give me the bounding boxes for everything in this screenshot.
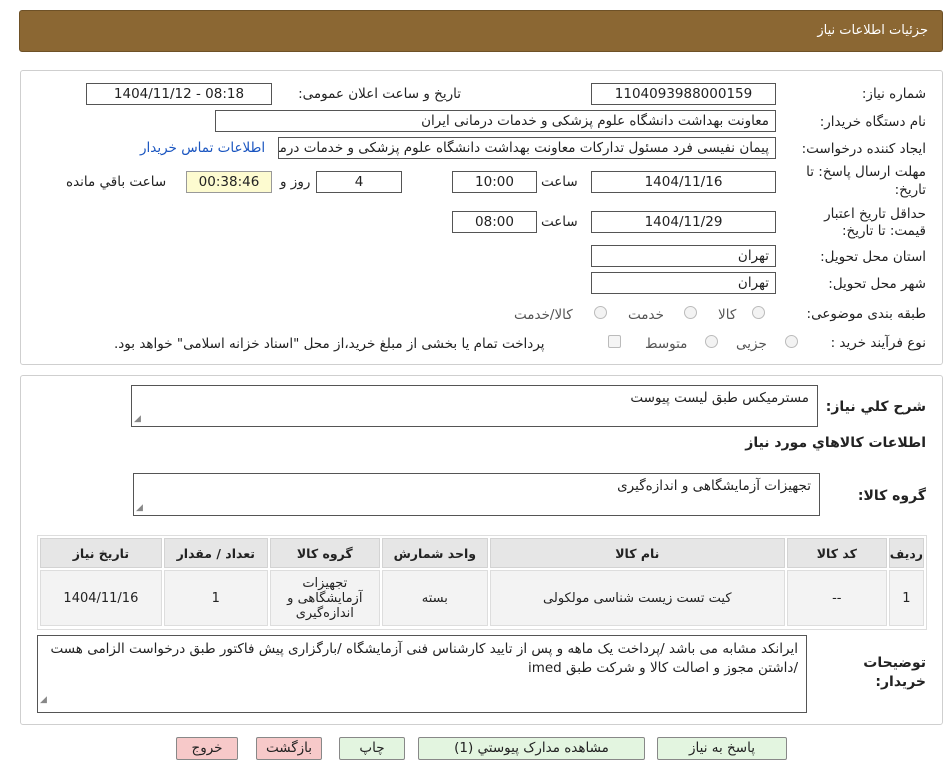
col-header-group: گروه کالا <box>269 538 380 568</box>
resize-grip-icon[interactable]: ◢ <box>136 503 143 513</box>
goods-section-heading: اطلاعات کالاهاي مورد نياز <box>745 435 926 451</box>
process-option-minor: جزیی <box>736 336 767 352</box>
need-number-field: 1104093988000159 <box>591 83 776 105</box>
goods-group-field: تجهیزات آزمایشگاهی و اندازه‌گیری ◢ <box>133 473 820 516</box>
col-header-quantity: تعداد / مقدار <box>163 538 268 568</box>
requester-field: پیمان نفیسی فرد مسئول تدارکات معاونت بهد… <box>278 137 776 159</box>
process-radio-minor[interactable] <box>785 335 798 348</box>
buyer-org-label: نام دستگاه خریدار: <box>819 114 926 130</box>
category-label: طبقه بندی موضوعی: <box>806 306 926 322</box>
treasury-payment-note: پرداخت تمام یا بخشی از مبلغ خرید،از محل … <box>114 336 545 352</box>
table-header-row: رديف کد کالا نام کالا واحد شمارش گروه کا… <box>40 538 924 568</box>
notes-label-2: خریدار: <box>875 674 926 690</box>
goods-group-text: تجهیزات آزمایشگاهی و اندازه‌گیری <box>617 478 811 494</box>
cell-group: تجهیزات آزمایشگاهی و اندازه‌گیری <box>269 570 380 626</box>
page-title: جزئیات اطلاعات نیاز <box>817 23 928 38</box>
days-label: روز و <box>280 174 311 190</box>
announce-label: تاریخ و ساعت اعلان عمومی: <box>298 86 461 102</box>
process-radio-medium[interactable] <box>705 335 718 348</box>
summary-field: مسترمیکس طبق لیست پیوست ◢ <box>131 385 818 427</box>
goods-group-label: گروه کالا: <box>857 488 926 504</box>
cell-unit: بسته <box>381 570 488 626</box>
col-header-code: کد کالا <box>786 538 887 568</box>
category-option-service: خدمت <box>628 307 664 323</box>
announce-date-field: 1404/11/12 - 08:18 <box>86 83 272 105</box>
category-radio-service[interactable] <box>684 306 697 319</box>
deadline-label: مهلت ارسال پاسخ: تا <box>806 164 926 180</box>
deadline-date-field: 1404/11/16 <box>591 171 776 193</box>
requester-label: ایجاد کننده درخواست: <box>801 141 926 157</box>
col-header-need-date: تاریخ نیاز <box>40 538 162 568</box>
buyer-org-field: معاونت بهداشت دانشگاه علوم پزشکی و خدمات… <box>215 110 776 132</box>
cell-name: کیت تست زیست شناسی مولکولی <box>489 570 785 626</box>
reply-to-need-button[interactable]: پاسخ به نیاز <box>657 737 787 760</box>
cell-code: -- <box>786 570 887 626</box>
resize-grip-icon[interactable]: ◢ <box>134 414 141 424</box>
items-table-wrap: رديف کد کالا نام کالا واحد شمارش گروه کا… <box>37 535 927 630</box>
province-label: استان محل تحویل: <box>820 249 926 265</box>
category-option-goods: کالا <box>718 307 737 323</box>
notes-label: توضیحات <box>863 655 926 671</box>
col-header-unit: واحد شمارش <box>381 538 488 568</box>
cell-quantity: 1 <box>163 570 268 626</box>
validity-label: حداقل تاریخ اعتبار <box>824 206 926 222</box>
category-option-goods-service: کالا/خدمت <box>514 307 573 323</box>
category-radio-goods-service[interactable] <box>594 306 607 319</box>
buyer-notes-text: ایرانکد مشابه می باشد /پرداخت یک ماهه و … <box>50 641 798 676</box>
buyer-notes-field: ایرانکد مشابه می باشد /پرداخت یک ماهه و … <box>37 635 807 713</box>
validity-time-field: 08:00 <box>452 211 537 233</box>
days-field: 4 <box>316 171 402 193</box>
need-number-label: شماره نیاز: <box>861 86 926 102</box>
deadline-label-2: تاریخ: <box>894 182 926 198</box>
col-header-name: نام کالا <box>489 538 785 568</box>
city-label: شهر محل تحویل: <box>828 276 926 292</box>
back-button[interactable]: بازگشت <box>256 737 322 760</box>
deadline-time-field: 10:00 <box>452 171 537 193</box>
buyer-contact-link[interactable]: اطلاعات تماس خریدار <box>140 140 265 156</box>
deadline-time-label: ساعت <box>541 174 578 190</box>
exit-button[interactable]: خروج <box>176 737 238 760</box>
cell-need-date: 1404/11/16 <box>40 570 162 626</box>
province-field: تهران <box>591 245 776 267</box>
items-table: رديف کد کالا نام کالا واحد شمارش گروه کا… <box>38 536 926 628</box>
remaining-time-label: ساعت باقي مانده <box>66 174 167 190</box>
validity-time-label: ساعت <box>541 214 578 230</box>
page-header: جزئیات اطلاعات نیاز <box>19 10 943 52</box>
category-radio-goods[interactable] <box>752 306 765 319</box>
validity-label-2: قیمت: تا تاریخ: <box>842 223 926 239</box>
resize-grip-icon[interactable]: ◢ <box>40 691 47 710</box>
summary-label: شرح کلي نياز: <box>825 399 926 415</box>
summary-text: مسترمیکس طبق لیست پیوست <box>630 390 809 406</box>
treasury-payment-checkbox[interactable] <box>608 335 621 348</box>
process-option-medium: متوسط <box>645 336 688 352</box>
table-row: 1 -- کیت تست زیست شناسی مولکولی بسته تجه… <box>40 570 924 626</box>
print-button[interactable]: چاپ <box>339 737 405 760</box>
validity-date-field: 1404/11/29 <box>591 211 776 233</box>
process-label: نوع فرآیند خرید : <box>830 335 926 351</box>
city-field: تهران <box>591 272 776 294</box>
remaining-time-field: 00:38:46 <box>186 171 272 193</box>
view-attachments-button[interactable]: مشاهده مدارک پیوستي (1) <box>418 737 645 760</box>
cell-row-number: 1 <box>888 570 924 626</box>
col-header-row-number: رديف <box>888 538 924 568</box>
